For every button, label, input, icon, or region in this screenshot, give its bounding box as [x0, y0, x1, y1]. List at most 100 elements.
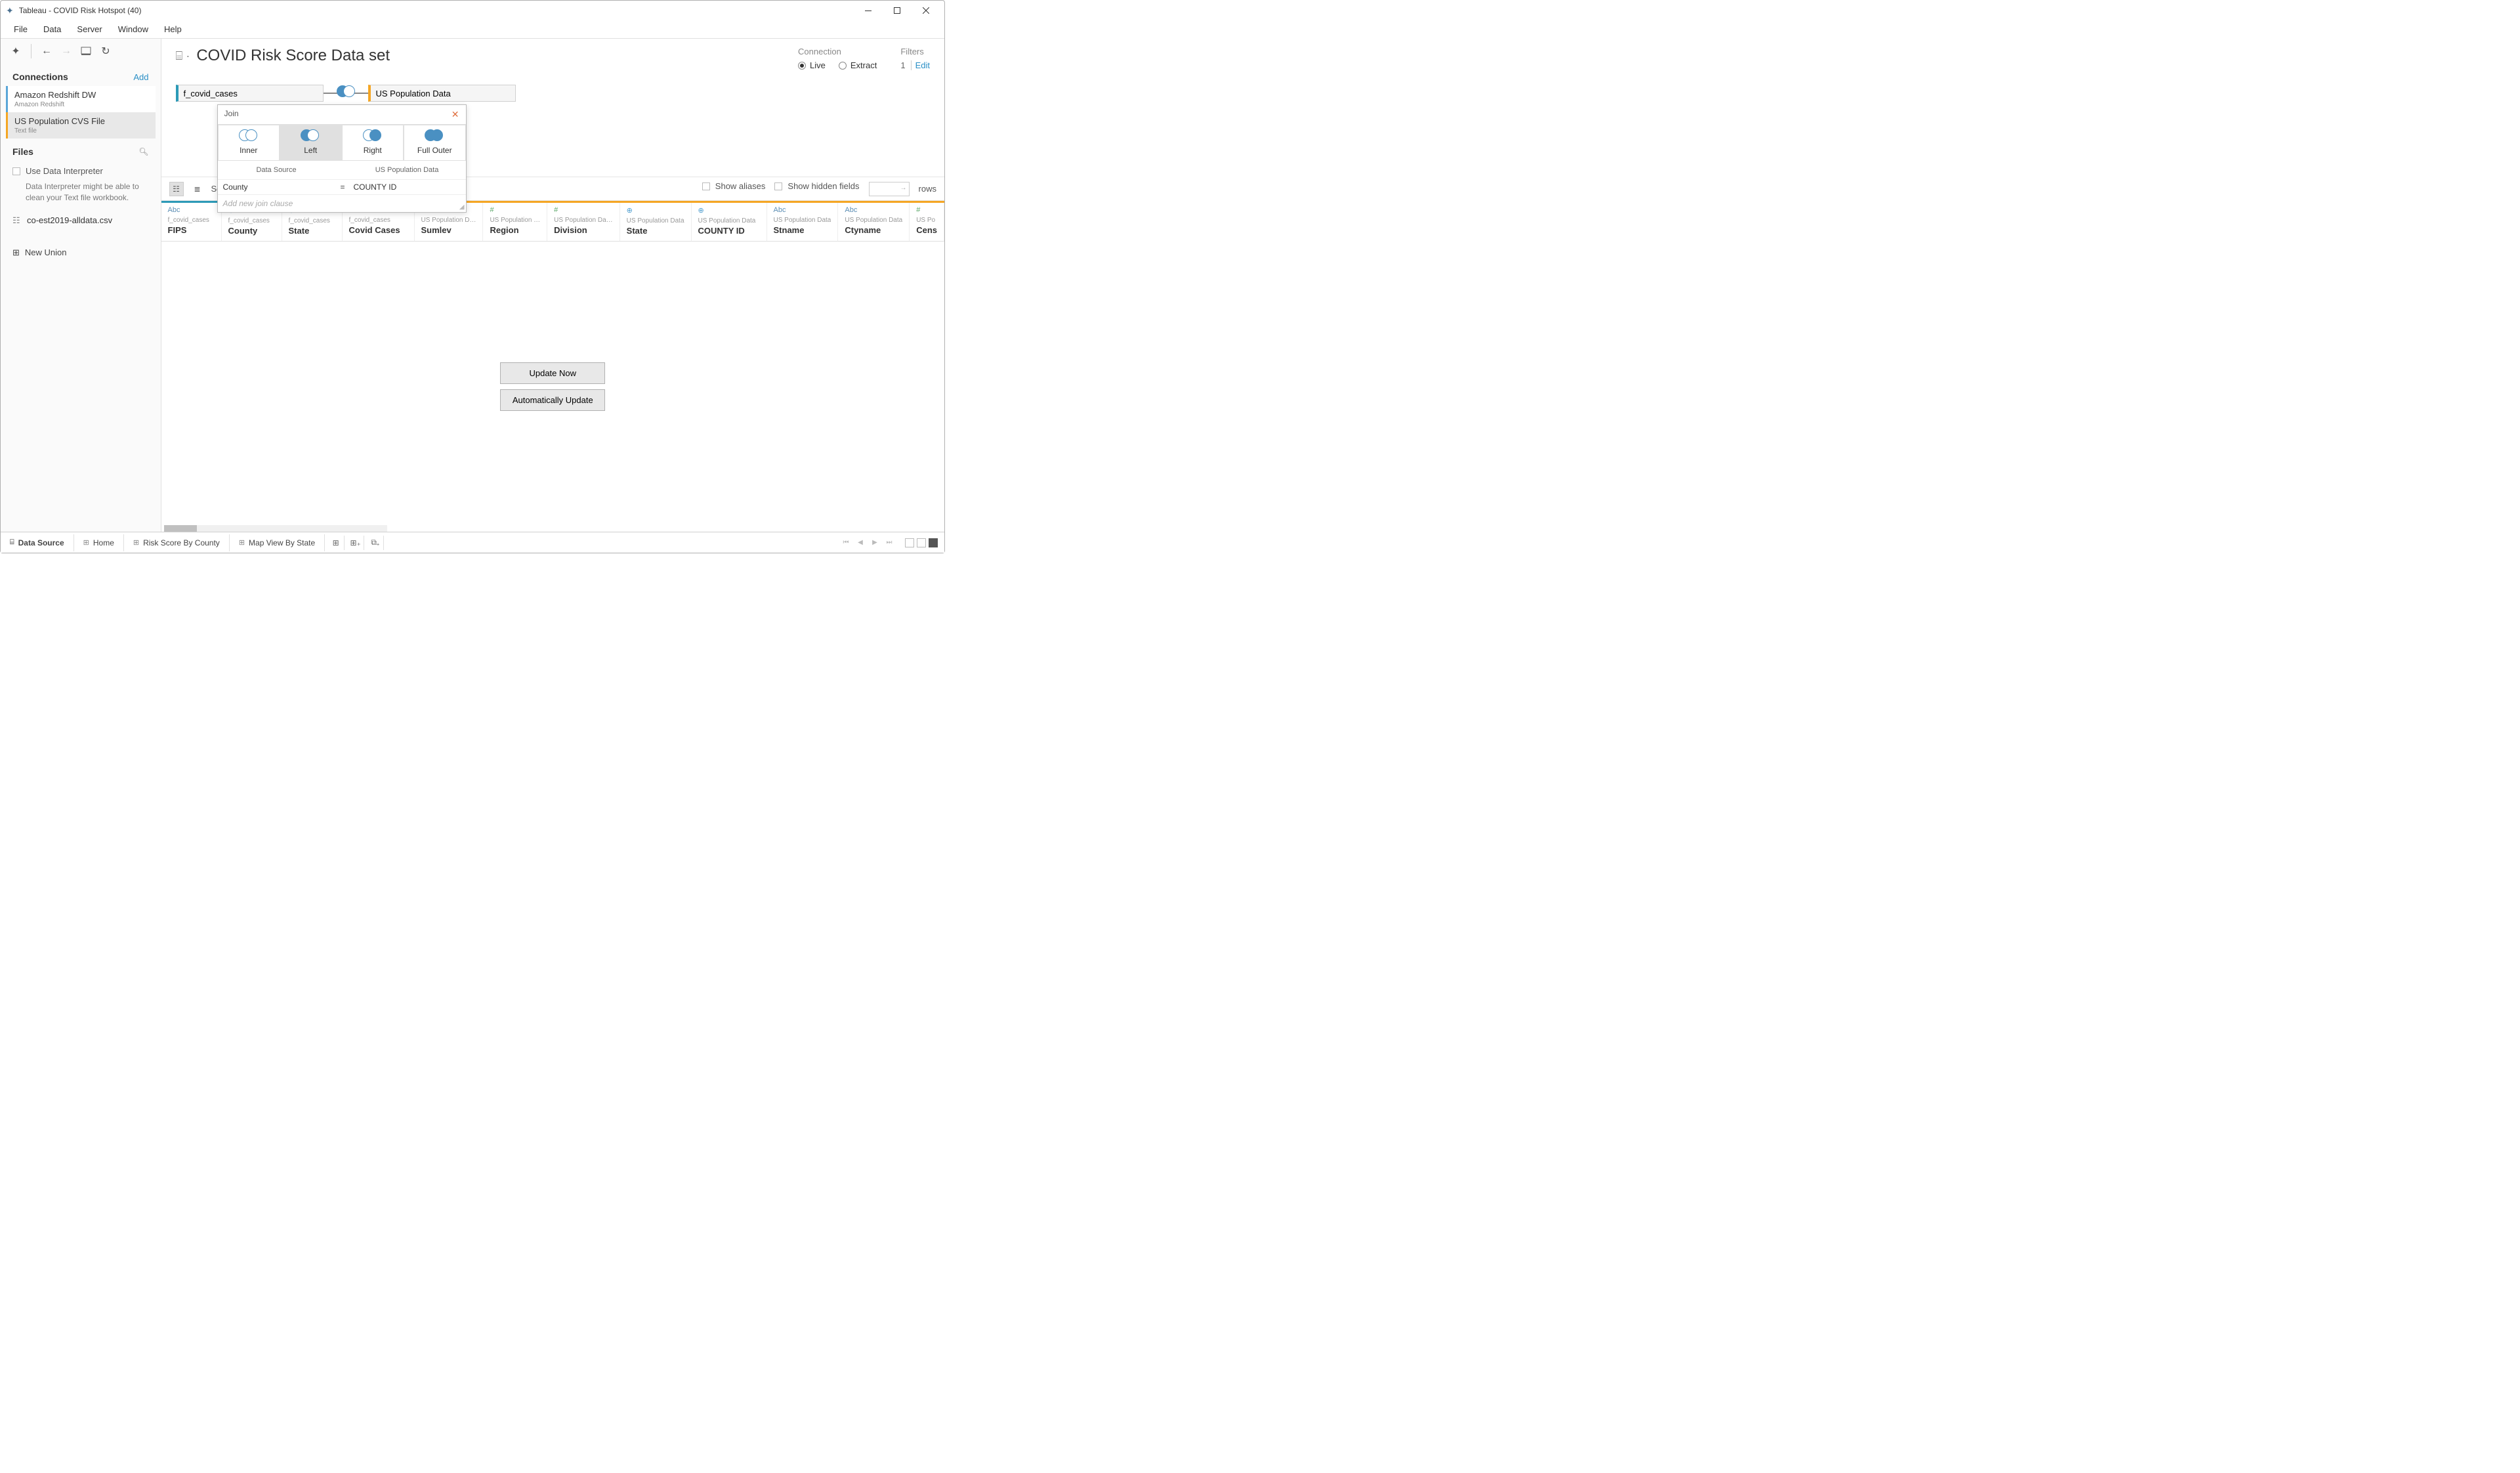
- menu-server[interactable]: Server: [70, 23, 108, 35]
- worksheet-icon: ⊞: [239, 538, 245, 547]
- rows-label: rows: [919, 184, 936, 194]
- column-header[interactable]: #US PoCens: [910, 201, 944, 241]
- menu-window[interactable]: Window: [112, 23, 155, 35]
- new-union-label: New Union: [25, 247, 67, 257]
- tab-data-source[interactable]: ⌸ Data Source: [1, 534, 74, 551]
- sidebar: ✦ ← → ↻ Connections Add Amazon Redshift …: [1, 39, 161, 532]
- join-type-right[interactable]: Right: [342, 125, 404, 161]
- relationship-canvas[interactable]: f_covid_cases US Population Data Join ✕: [161, 78, 944, 177]
- column-header[interactable]: AbcUS Population DataStname: [767, 201, 839, 241]
- join-popup-title: Join: [224, 109, 239, 120]
- join-field-left[interactable]: County: [218, 180, 335, 194]
- tab-risk-score[interactable]: ⊞ Risk Score By County: [124, 534, 230, 551]
- show-tabs-icon[interactable]: [929, 538, 938, 547]
- table-pill-target[interactable]: US Population Data: [368, 85, 516, 102]
- show-hidden-checkbox[interactable]: [774, 182, 782, 190]
- tab-home[interactable]: ⊞ Home: [74, 534, 124, 551]
- filters-label: Filters: [900, 47, 930, 56]
- join-popup: Join ✕ Inner Left: [217, 104, 467, 213]
- radio-off-icon: [839, 62, 847, 70]
- add-join-clause[interactable]: Add new join clause: [218, 194, 466, 212]
- interpreter-hint: Data Interpreter might be able to clean …: [12, 181, 149, 203]
- radio-live[interactable]: Live: [798, 60, 826, 70]
- join-clause-row[interactable]: County = COUNTY ID: [218, 179, 466, 194]
- tab-map-view[interactable]: ⊞ Map View By State: [230, 534, 325, 551]
- connection-type: Amazon Redshift: [14, 101, 96, 108]
- join-icon[interactable]: [337, 85, 356, 100]
- worksheet-icon: ⊞: [83, 538, 89, 547]
- filter-count: 1: [900, 60, 905, 70]
- rows-input[interactable]: →: [869, 182, 910, 196]
- app-icon: ✦: [6, 5, 14, 16]
- search-icon[interactable]: 🔍︎: [138, 147, 148, 156]
- grid-view-button[interactable]: ☷: [169, 182, 184, 196]
- radio-extract[interactable]: Extract: [839, 60, 877, 70]
- connection-item-redshift[interactable]: Amazon Redshift DW Amazon Redshift: [6, 86, 156, 112]
- maximize-button[interactable]: [884, 4, 910, 17]
- number-type-icon: #: [490, 206, 540, 214]
- filter-edit-link[interactable]: Edit: [911, 60, 930, 70]
- auto-update-button[interactable]: Automatically Update: [500, 389, 605, 411]
- forward-icon[interactable]: →: [59, 44, 74, 58]
- join-type-full-outer[interactable]: Full Outer: [404, 125, 466, 161]
- first-tab-icon[interactable]: ⏮: [841, 539, 851, 546]
- back-icon[interactable]: ←: [39, 44, 54, 58]
- next-tab-icon[interactable]: ▶: [870, 539, 880, 546]
- minimize-button[interactable]: [855, 4, 881, 17]
- number-type-icon: #: [554, 206, 613, 214]
- show-filmstrip-icon[interactable]: [905, 538, 914, 547]
- join-field-right[interactable]: COUNTY ID: [348, 180, 466, 194]
- connection-type: Text file: [14, 127, 105, 135]
- connection-item-textfile[interactable]: US Population CVS File Text file: [6, 112, 156, 139]
- use-interpreter-label: Use Data Interpreter: [26, 166, 103, 176]
- column-header[interactable]: AbcUS Population DataCtyname: [838, 201, 910, 241]
- worksheet-icon: ⊞: [133, 538, 139, 547]
- new-union-button[interactable]: ⊞ New Union: [1, 234, 161, 271]
- horizontal-scrollbar[interactable]: [164, 525, 387, 532]
- file-name: co-est2019-alldata.csv: [27, 215, 112, 225]
- prev-tab-icon[interactable]: ◀: [855, 539, 866, 546]
- join-operator[interactable]: =: [335, 180, 348, 194]
- menu-data[interactable]: Data: [37, 23, 68, 35]
- column-header[interactable]: #US Population Da…Division: [547, 201, 620, 241]
- file-item[interactable]: ☷ co-est2019-alldata.csv: [12, 211, 149, 229]
- close-button[interactable]: [913, 4, 939, 17]
- show-sheets-icon[interactable]: [917, 538, 926, 547]
- new-dashboard-button[interactable]: ⊞₊: [347, 536, 364, 550]
- last-tab-icon[interactable]: ⏭: [884, 539, 894, 546]
- column-header[interactable]: Abcf_covid_casesFIPS: [161, 201, 222, 241]
- menu-help[interactable]: Help: [158, 23, 188, 35]
- union-icon: ⊞: [12, 247, 20, 258]
- column-header[interactable]: ⊕US Population DataCOUNTY ID: [692, 201, 767, 241]
- list-view-button[interactable]: ≣: [190, 182, 205, 196]
- menu-bar: File Data Server Window Help: [1, 20, 944, 39]
- geo-type-icon: ⊕: [698, 206, 760, 215]
- tableau-logo-icon[interactable]: ✦: [9, 44, 23, 58]
- table-pill-source[interactable]: f_covid_cases: [176, 85, 324, 102]
- new-worksheet-button[interactable]: ⊞: [327, 536, 345, 550]
- add-connection-link[interactable]: Add: [133, 72, 148, 82]
- column-header[interactable]: ⊕US Population DataState: [620, 201, 692, 241]
- column-header[interactable]: #US Population …Region: [483, 201, 547, 241]
- show-aliases-checkbox[interactable]: [702, 182, 710, 190]
- radio-on-icon: [798, 62, 806, 70]
- join-type-left[interactable]: Left: [280, 125, 342, 161]
- save-icon[interactable]: [79, 44, 93, 58]
- text-type-icon: Abc: [845, 206, 902, 214]
- use-interpreter-checkbox[interactable]: [12, 167, 20, 175]
- resize-handle-icon[interactable]: ◢: [459, 203, 465, 211]
- datasource-icon: ⌸: [10, 538, 14, 547]
- window-title: Tableau - COVID Risk Hotspot (40): [19, 6, 142, 15]
- connection-name: Amazon Redshift DW: [14, 90, 96, 100]
- refresh-icon[interactable]: ↻: [98, 44, 113, 58]
- files-title: Files: [12, 146, 33, 157]
- update-now-button[interactable]: Update Now: [500, 362, 605, 384]
- titlebar: ✦ Tableau - COVID Risk Hotspot (40): [1, 1, 944, 20]
- new-story-button[interactable]: ⧉₊: [367, 536, 384, 550]
- join-type-inner[interactable]: Inner: [218, 125, 280, 161]
- menu-file[interactable]: File: [7, 23, 34, 35]
- datasource-title[interactable]: COVID Risk Score Data set: [196, 47, 390, 65]
- close-icon[interactable]: ✕: [452, 109, 459, 120]
- connections-title: Connections: [12, 72, 68, 82]
- join-header-right: US Population Data: [348, 163, 466, 177]
